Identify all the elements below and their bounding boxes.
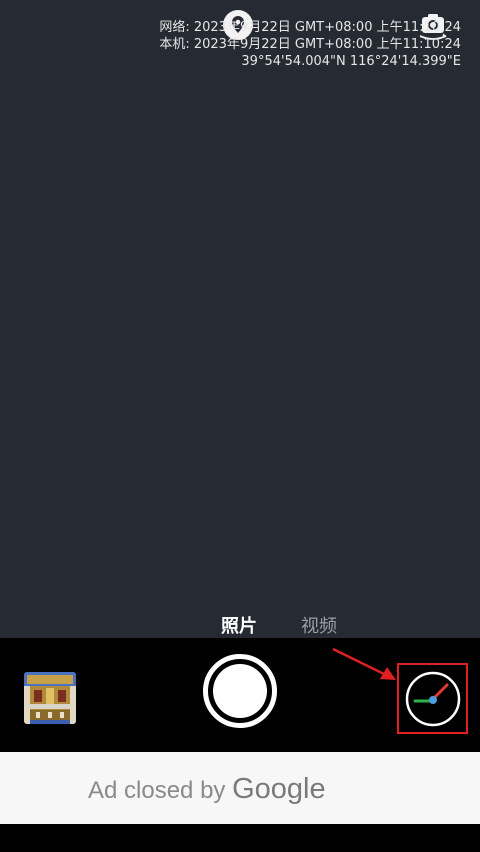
ad-banner[interactable]: Ad closed by Google — [0, 752, 480, 824]
google-wordmark: Google — [232, 773, 326, 805]
gallery-thumbnail[interactable] — [24, 672, 76, 724]
network-time-text: 网络: 2023年9月22日 GMT+08:00 上午11:10:24 — [159, 20, 461, 35]
timestamp-location-overlay: 网络: 2023年9月22日 GMT+08:00 上午11:10:24 本机: … — [159, 19, 461, 70]
local-time-text: 本机: 2023年9月22日 GMT+08:00 上午11:10:24 — [159, 37, 461, 52]
compass-icon[interactable] — [405, 671, 461, 727]
mode-tabs: 照片 视频 — [0, 615, 480, 639]
shutter-button-core — [213, 664, 267, 718]
ad-closed-text: Ad closed by Google — [88, 774, 326, 806]
gallery-thumbnail-image — [24, 672, 76, 724]
camera-viewfinder[interactable]: 网络: 2023年9月22日 GMT+08:00 上午11:10:24 本机: … — [0, 0, 480, 638]
pointer-arrow-icon — [332, 647, 396, 680]
bottom-strip — [0, 824, 480, 852]
tab-video[interactable]: 视频 — [301, 615, 337, 639]
tab-photo[interactable]: 照片 — [221, 615, 257, 639]
camera-control-bar — [0, 638, 480, 752]
ad-closed-label: Ad closed by — [88, 777, 226, 804]
shutter-button[interactable] — [203, 654, 277, 728]
coordinates-text: 39°54'54.004"N 116°24'14.399"E — [241, 54, 461, 69]
